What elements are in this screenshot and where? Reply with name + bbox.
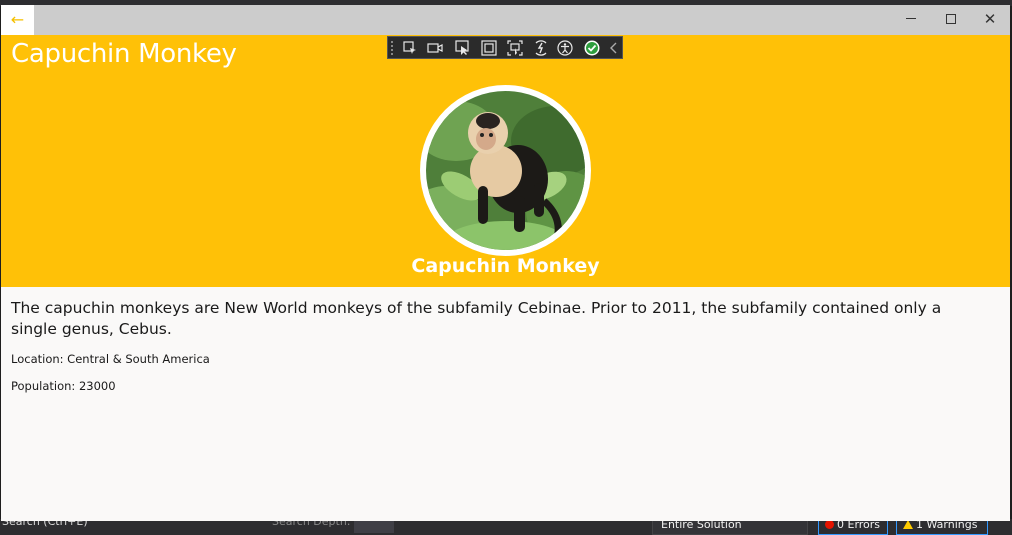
monkey-location: Location: Central & South America: [11, 352, 210, 366]
monkey-header: Capuchin Monkey Capuchin Monkey: [1, 35, 1010, 287]
maximize-icon: [946, 13, 956, 24]
monkey-details: The capuchin monkeys are New World monke…: [11, 298, 991, 393]
minimize-button[interactable]: [891, 5, 931, 35]
drag-grip-icon[interactable]: [391, 41, 394, 55]
close-button[interactable]: ✕: [970, 5, 1010, 35]
live-visual-tree-toolbar: [387, 36, 623, 59]
monkey-description: The capuchin monkeys are New World monke…: [11, 299, 942, 338]
close-icon: ✕: [983, 10, 997, 28]
monkey-photo: [426, 91, 585, 250]
back-arrow-icon: ←: [10, 10, 25, 29]
status-ok-icon[interactable]: [583, 39, 601, 57]
hot-reload-icon[interactable]: [532, 39, 550, 57]
monkey-population: Population: 23000: [11, 379, 116, 393]
title-bar[interactable]: ← ✕: [1, 5, 1010, 35]
app-window: ← ✕ Capuchin Monkey Capuchin Monkey The …: [1, 5, 1010, 521]
page-title: Capuchin Monkey: [11, 39, 237, 69]
collapse-chevron-icon[interactable]: [605, 39, 623, 57]
layout-adorner-icon[interactable]: [480, 39, 498, 57]
track-focus-icon[interactable]: [506, 39, 524, 57]
select-tool-icon[interactable]: [454, 39, 472, 57]
accessibility-icon[interactable]: [556, 39, 574, 57]
warning-icon: [903, 520, 913, 529]
ide-scope-dropdown[interactable]: Entire Solution: [652, 519, 808, 535]
monkey-name-caption: Capuchin Monkey: [411, 255, 600, 277]
avatar-frame: [420, 85, 591, 256]
ide-errors-filter[interactable]: 0 Errors: [818, 519, 888, 535]
ide-search-depth-input[interactable]: [354, 519, 394, 533]
ide-warnings-filter[interactable]: 1 Warnings: [896, 519, 988, 535]
maximize-button[interactable]: [931, 5, 971, 35]
error-icon: [825, 520, 834, 529]
back-button[interactable]: ←: [1, 5, 34, 35]
minimize-icon: [906, 18, 916, 19]
ide-error-list-bar: Search (Ctrl+E) Search Depth: Entire Sol…: [0, 515, 1012, 535]
select-element-icon[interactable]: [401, 39, 419, 57]
record-icon[interactable]: [426, 39, 444, 57]
